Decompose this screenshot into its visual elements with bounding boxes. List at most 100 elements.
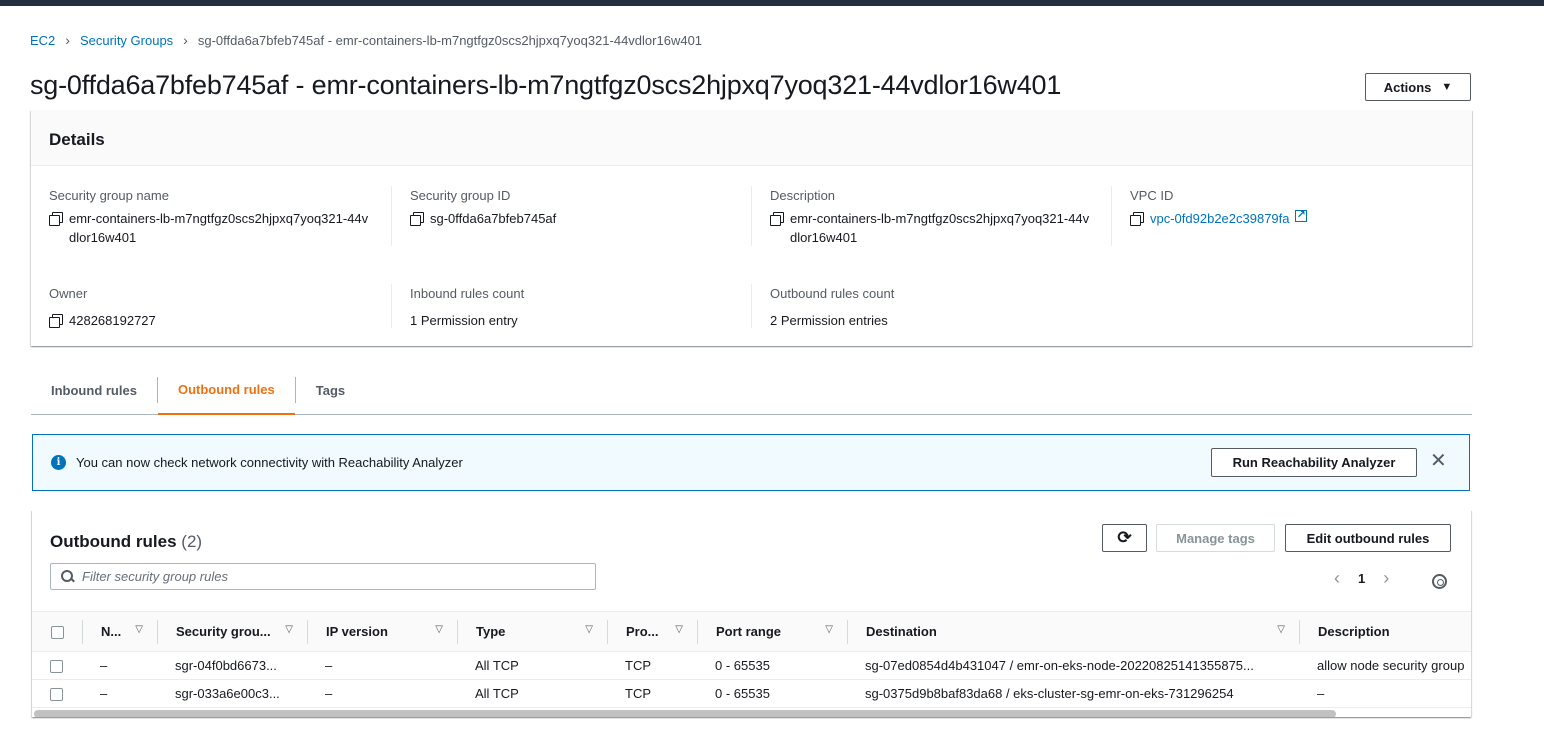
column-label: IP version <box>326 624 388 639</box>
cell-ip-version: – <box>307 651 457 680</box>
outbound-count-value: 2 Permission entries <box>770 313 888 328</box>
outbound-rules-panel: Outbound rules (2) ⟳ Manage tags Edit ou… <box>32 510 1471 717</box>
column-label: Port range <box>716 624 782 639</box>
caret-down-icon: ▼ <box>1441 81 1453 93</box>
edit-outbound-rules-button[interactable]: Edit outbound rules <box>1285 524 1451 552</box>
sg-name-value: emr-containers-lb-m7ngtfgz0scs2hjpxq7yoq… <box>69 211 369 245</box>
sort-icon[interactable]: ▽ <box>285 624 293 635</box>
filter-input[interactable] <box>82 569 582 584</box>
sg-name-label: Security group name <box>49 188 169 203</box>
cell-name: – <box>82 651 157 680</box>
refresh-button[interactable]: ⟳ <box>1102 524 1147 552</box>
table-row[interactable]: – sgr-033a6e00c3... – All TCP TCP 0 - 65… <box>32 679 1471 708</box>
sg-name-field: Security group name emr-containers-lb-m7… <box>49 188 369 247</box>
outbound-rules-table: N... ▽ Security grou... ▽ IP version ▽ Type… <box>32 611 1471 708</box>
cell-type: All TCP <box>457 679 607 708</box>
chevron-right-icon[interactable]: › <box>1383 568 1389 589</box>
run-reachability-analyzer-button[interactable]: Run Reachability Analyzer <box>1211 448 1417 477</box>
cell-name: – <box>82 679 157 708</box>
actions-label: Actions <box>1383 79 1432 95</box>
tab-outbound-rules[interactable]: Outbound rules <box>157 366 295 415</box>
page-number[interactable]: 1 <box>1358 571 1365 586</box>
horizontal-scrollbar[interactable] <box>34 710 1336 717</box>
divider <box>1111 186 1112 246</box>
row-select-cell <box>32 651 82 680</box>
info-icon: i <box>51 455 66 470</box>
inbound-count-value: 1 Permission entry <box>410 313 518 328</box>
cell-port-range: 0 - 65535 <box>697 651 847 680</box>
column-header-ip-version[interactable]: IP version ▽ <box>307 611 457 652</box>
column-header-security-group-rule-id[interactable]: Security grou... ▽ <box>157 611 307 652</box>
cell-rule-id: sgr-033a6e00c3... <box>157 679 307 708</box>
select-all-header <box>32 611 82 652</box>
sg-id-label: Security group ID <box>410 188 511 203</box>
tab-tags[interactable]: Tags <box>296 366 365 414</box>
breadcrumb-ec2[interactable]: EC2 <box>30 33 55 48</box>
column-label: Destination <box>866 624 937 639</box>
vpc-id-link[interactable]: vpc-0fd92b2e2c39879fa <box>1150 209 1290 228</box>
rules-title-text: Outbound rules <box>50 532 177 551</box>
rules-title: Outbound rules (2) <box>50 532 202 552</box>
column-header-protocol[interactable]: Pro... ▽ <box>607 611 697 652</box>
column-header-name[interactable]: N... ▽ <box>82 611 157 652</box>
sort-icon[interactable]: ▽ <box>825 624 833 635</box>
column-header-type[interactable]: Type ▽ <box>457 611 607 652</box>
details-panel: Details Security group name emr-containe… <box>31 110 1472 346</box>
cell-protocol: TCP <box>607 651 697 680</box>
table-row[interactable]: – sgr-04f0bd6673... – All TCP TCP 0 - 65… <box>32 651 1471 680</box>
sort-icon[interactable]: ▽ <box>135 624 143 635</box>
gear-icon[interactable] <box>1432 574 1447 589</box>
chevron-left-icon[interactable]: ‹ <box>1334 568 1340 589</box>
copy-icon[interactable] <box>770 212 784 226</box>
close-icon[interactable]: ✕ <box>1430 449 1447 473</box>
copy-icon[interactable] <box>1130 212 1144 226</box>
copy-icon[interactable] <box>49 212 63 226</box>
page-title: sg-0ffda6a7bfeb745af - emr-containers-lb… <box>30 70 1062 100</box>
cell-description: – <box>1299 679 1471 708</box>
sort-icon[interactable]: ▽ <box>675 624 683 635</box>
column-header-description[interactable]: Description <box>1299 611 1471 652</box>
owner-label: Owner <box>49 286 88 301</box>
table-header-row: N... ▽ Security grou... ▽ IP version ▽ Type… <box>32 611 1471 652</box>
column-header-destination[interactable]: Destination ▽ <box>847 611 1299 652</box>
breadcrumb: EC2 › Security Groups › sg-0ffda6a7bfeb7… <box>30 32 702 48</box>
column-header-port-range[interactable]: Port range ▽ <box>697 611 847 652</box>
cell-type: All TCP <box>457 651 607 680</box>
filter-field[interactable] <box>50 563 596 590</box>
sort-icon[interactable]: ▽ <box>585 624 593 635</box>
page: EC2 › Security Groups › sg-0ffda6a7bfeb7… <box>0 6 1544 751</box>
cell-description: allow node security group <box>1299 651 1471 680</box>
outbound-count-field: Outbound rules count 2 Permission entrie… <box>770 286 1090 330</box>
divider <box>391 186 392 246</box>
reachability-alert: i You can now check network connectivity… <box>32 434 1470 491</box>
owner-value: 428268192727 <box>69 313 156 328</box>
sg-id-value: sg-0ffda6a7bfeb745af <box>430 211 557 226</box>
refresh-icon: ⟳ <box>1117 528 1132 547</box>
alert-text: You can now check network connectivity w… <box>76 455 463 470</box>
divider <box>751 186 752 246</box>
copy-icon[interactable] <box>410 212 424 226</box>
cell-destination: sg-0375d9b8baf83da68 / eks-cluster-sg-em… <box>847 679 1299 708</box>
row-checkbox[interactable] <box>50 688 63 702</box>
chevron-right-icon: › <box>65 32 70 48</box>
outbound-count-label: Outbound rules count <box>770 286 895 301</box>
row-select-cell <box>32 679 82 708</box>
vpc-id-label: VPC ID <box>1130 188 1174 203</box>
select-all-checkbox[interactable] <box>51 626 64 640</box>
column-label: Security grou... <box>176 624 271 639</box>
copy-icon[interactable] <box>49 314 63 328</box>
sort-icon[interactable]: ▽ <box>1277 624 1285 635</box>
column-label: Description <box>1318 624 1390 639</box>
breadcrumb-security-groups[interactable]: Security Groups <box>80 33 173 48</box>
manage-tags-button[interactable]: Manage tags <box>1156 524 1275 552</box>
description-label: Description <box>770 188 836 203</box>
actions-button[interactable]: Actions ▼ <box>1365 73 1471 101</box>
column-label: Type <box>476 624 506 639</box>
vpc-id-field: VPC ID vpc-0fd92b2e2c39879fa <box>1130 188 1450 228</box>
sort-icon[interactable]: ▽ <box>435 624 443 635</box>
tab-inbound-rules[interactable]: Inbound rules <box>31 366 157 414</box>
sg-id-field: Security group ID sg-0ffda6a7bfeb745af <box>410 188 730 228</box>
row-checkbox[interactable] <box>50 660 63 674</box>
external-link-icon[interactable] <box>1294 206 1307 225</box>
inbound-count-field: Inbound rules count 1 Permission entry <box>410 286 730 330</box>
